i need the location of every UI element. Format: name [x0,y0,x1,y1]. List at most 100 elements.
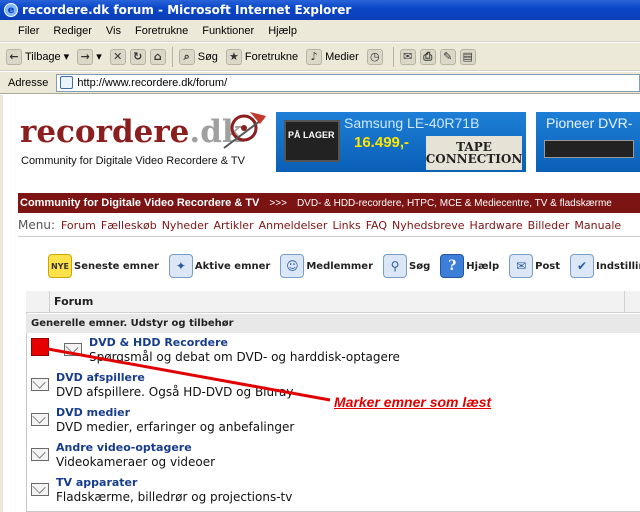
community-title: Community for Digitale Video Recordere &… [20,197,260,209]
media-button[interactable]: ♪ Medier [306,48,359,65]
chevron-down-icon[interactable]: ▾ [96,50,102,63]
internet-explorer-icon: e [4,3,18,17]
tv-icon [284,120,340,162]
page-icon [60,76,74,89]
nav-settings[interactable]: ✔ Indstillinger [570,254,640,278]
page-left-edge [0,95,3,512]
envelope-icon [31,448,49,461]
forum-link[interactable]: DVD & HDD Recordere [89,336,228,349]
envelope-icon [31,483,49,496]
discuss-icon[interactable]: ▤ [459,48,476,65]
nav-help[interactable]: ? Hjælp [440,254,499,278]
mail-icon: ✉ [509,254,534,278]
back-button[interactable]: ← Tilbage ▾ [6,48,70,65]
site-menu-billeder[interactable]: Billeder [528,219,570,232]
address-bar: Adresse http://www.recordere.dk/forum/ [0,72,640,94]
envelope-icon [31,378,49,391]
sparkle-icon: ✦ [168,254,193,278]
forum-link[interactable]: DVD medier [56,406,130,419]
menu-item-funktioner[interactable]: Funktioner [202,25,254,37]
nav-label: Post [535,260,561,272]
forward-button[interactable]: → ▾ [77,48,102,65]
stop-icon[interactable]: ✕ [109,48,126,65]
site-logo[interactable]: recordere.dk [20,114,243,150]
category-title: Generelle emner. Udstyr og tilbehør [31,318,234,329]
site-menu-label: Menu: [18,218,55,232]
ad-banner-pioneer[interactable]: Pioneer DVR- [536,112,640,172]
nav-members[interactable]: ☺ Medlemmer [280,254,373,278]
mail-icon[interactable]: ✉ [399,48,416,65]
forum-row: Andre video-optagere Videokameraer og vi… [27,439,639,474]
nav-label: Indstillinger [596,260,640,272]
forum-row: TV apparater Fladskærme, billedrør og pr… [27,474,639,509]
menu-item-rediger[interactable]: Rediger [53,25,92,37]
menu-item-foretrukne[interactable]: Foretrukne [135,25,188,37]
edit-icon[interactable]: ✎ [439,48,456,65]
site-menu-forum[interactable]: Forum [61,219,96,232]
site-menu: Menu: Forum Fælleskøb Nyheder Artikler A… [18,216,640,234]
new-badge-icon: NYE [48,254,72,278]
forum-row: DVD & HDD Recordere Spørgsmål og debat o… [27,334,639,369]
site-menu-faq[interactable]: FAQ [366,219,387,232]
community-bar: Community for Digitale Video Recordere &… [18,193,640,213]
site-menu-anmeldelser[interactable]: Anmeldelser [259,219,328,232]
menu-item-filer[interactable]: Filer [18,25,39,37]
ad-banner-samsung[interactable]: PÅ LAGER Samsung LE-40R71B 16.499,- TAPE… [276,112,526,172]
menu-item-hjaelp[interactable]: Hjælp [268,25,297,37]
address-url: http://www.recordere.dk/forum/ [77,76,228,89]
toolbar-separator [171,46,173,67]
site-menu-nyheder[interactable]: Nyheder [162,219,209,232]
media-icon: ♪ [306,48,323,65]
home-icon[interactable]: ⌂ [149,48,166,65]
site-menu-nyhedsbreve[interactable]: Nyhedsbreve [392,219,465,232]
menu-item-vis[interactable]: Vis [106,25,121,37]
help-icon: ? [440,254,465,278]
community-topics: DVD- & HDD-recordere, HTPC, MCE & Mediec… [296,197,612,209]
banner-brand: TAPE CONNECTION [426,136,522,170]
site-menu-faelleskob[interactable]: Fælleskøb [101,219,157,232]
site-menu-links[interactable]: Links [332,219,360,232]
refresh-icon[interactable]: ↻ [129,48,146,65]
nav-post[interactable]: ✉ Post [509,254,560,278]
menu-divider [18,236,640,237]
forum-description: DVD medier, erfaringer og anbefalinger [56,420,295,434]
banner-title: Samsung LE-40R71B [344,115,480,131]
forum-link[interactable]: DVD afspillere [56,371,145,384]
nav-search[interactable]: ⚲ Søg [383,254,430,278]
mark-read-marker[interactable] [31,338,49,356]
chevron-down-icon[interactable]: ▾ [64,50,70,63]
nav-label: Seneste emner [74,260,159,272]
forum-nav: NYE Seneste emner ✦ Aktive emner ☺ Medle… [48,251,640,281]
magnifier-icon: ⚲ [383,254,407,278]
logo-main: recordere [20,114,190,150]
settings-check-icon: ✔ [570,254,595,278]
menu-bar: Filer Rediger Vis Foretrukne Funktioner … [0,20,640,42]
forum-link[interactable]: TV apparater [56,476,137,489]
header-divider [624,291,625,313]
banner-title: Pioneer DVR- [546,115,633,131]
favorites-button[interactable]: ★ Foretrukne [225,48,298,65]
search-button[interactable]: ⌕ Søg [178,48,218,65]
address-input[interactable]: http://www.recordere.dk/forum/ [56,73,640,92]
nav-label: Hjælp [466,260,500,272]
site-menu-manualer[interactable]: Manuale [574,219,621,232]
forum-table-header: Forum [26,291,640,313]
community-arrow: >>> [269,197,287,209]
site-menu-artikler[interactable]: Artikler [213,219,253,232]
window-title: recordere.dk forum - Microsoft Internet … [22,3,352,17]
history-icon[interactable]: ◷ [366,48,383,65]
recorder-icon [544,140,634,158]
forum-description: DVD afspillere. Også HD-DVD og Bluray [56,385,294,399]
site-tagline: Community for Digitale Video Recordere &… [21,155,245,167]
nav-label: Aktive emner [194,260,271,272]
nav-latest-topics[interactable]: NYE Seneste emner [48,254,159,278]
forum-link[interactable]: Andre video-optagere [56,441,192,454]
media-label: Medier [325,50,359,63]
address-label: Adresse [8,76,49,89]
favorites-star-icon: ★ [225,48,242,65]
forum-category[interactable]: Generelle emner. Udstyr og tilbehør [26,314,640,333]
site-menu-hardware[interactable]: Hardware [470,219,523,232]
print-icon[interactable]: ⎙ [419,48,436,65]
forum-description: Fladskærme, billedrør og projections-tv [56,490,293,504]
nav-active-topics[interactable]: ✦ Aktive emner [168,254,271,278]
